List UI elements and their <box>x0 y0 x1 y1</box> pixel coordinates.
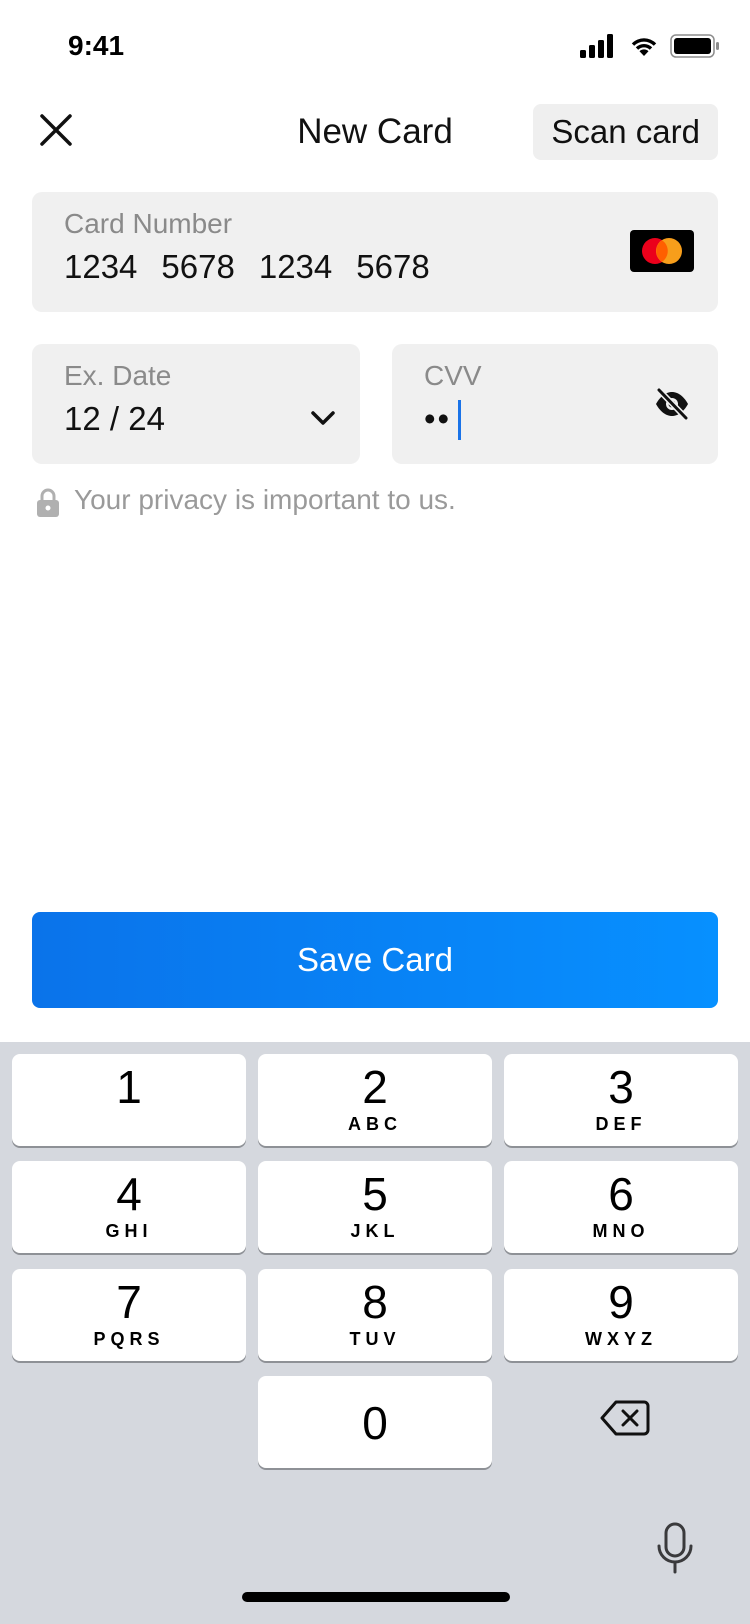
backspace-icon[interactable] <box>600 1400 650 1436</box>
key-digit: 3 <box>608 1061 634 1113</box>
mastercard-icon <box>630 230 694 272</box>
lock-icon <box>37 488 59 517</box>
key-letters: GHI <box>105 1221 153 1241</box>
key-letters: TUV <box>349 1329 401 1349</box>
key-5[interactable]: 5 JKL <box>258 1161 492 1253</box>
key-letters: PQRS <box>93 1329 165 1349</box>
key-digit: 4 <box>116 1168 142 1220</box>
key-digit: 7 <box>116 1276 142 1328</box>
card-number-value: 1234 5678 1234 5678 <box>64 248 454 286</box>
card-number-label: Card Number <box>64 208 233 239</box>
key-digit: 2 <box>362 1061 388 1113</box>
card-number-group: 1234 <box>64 248 138 285</box>
card-number-group: 5678 <box>161 248 235 285</box>
card-number-group: 1234 <box>258 248 333 285</box>
expiry-date-value: 12 / 24 <box>64 400 165 437</box>
key-digit: 1 <box>116 1061 142 1113</box>
cellular-signal-icon <box>580 34 613 58</box>
key-digit: 5 <box>362 1168 388 1220</box>
key-1[interactable]: 1 <box>12 1054 246 1146</box>
header: New Card Scan card <box>0 100 750 166</box>
key-digit: 0 <box>362 1397 388 1449</box>
key-8[interactable]: 8 TUV <box>258 1269 492 1361</box>
home-indicator <box>242 1592 510 1602</box>
wifi-icon <box>631 38 657 56</box>
key-letters: MNO <box>592 1221 650 1241</box>
key-7[interactable]: 7 PQRS <box>12 1269 246 1361</box>
expiry-date-label: Ex. Date <box>64 360 172 391</box>
status-bar: 9:41 <box>0 0 750 96</box>
card-number-field[interactable]: Card Number 1234 5678 1234 5678 <box>32 192 718 312</box>
key-letters: DEF <box>595 1114 647 1134</box>
expiry-date-field[interactable]: Ex. Date 12 / 24 <box>32 344 360 464</box>
key-letters: WXYZ <box>585 1329 657 1349</box>
card-number-group: 5678 <box>356 248 430 285</box>
status-time: 9:41 <box>68 30 125 61</box>
eye-off-icon[interactable] <box>654 388 690 420</box>
cvv-masked-value: •• <box>424 400 452 437</box>
cvv-field[interactable]: CVV •• <box>392 344 718 464</box>
key-3[interactable]: 3 DEF <box>504 1054 738 1146</box>
key-digit: 8 <box>362 1276 388 1328</box>
key-digit: 9 <box>608 1276 634 1328</box>
key-6[interactable]: 6 MNO <box>504 1161 738 1253</box>
key-digit: 6 <box>608 1168 634 1220</box>
cvv-label: CVV <box>424 360 482 391</box>
privacy-text: Your privacy is important to us. <box>74 484 456 515</box>
key-4[interactable]: 4 GHI <box>12 1161 246 1253</box>
key-2[interactable]: 2 ABC <box>258 1054 492 1146</box>
key-letters: ABC <box>348 1114 402 1134</box>
save-card-button[interactable]: Save Card <box>32 912 718 1008</box>
battery-icon <box>670 34 719 58</box>
key-letters: JKL <box>350 1221 400 1241</box>
key-0[interactable]: 0 <box>258 1376 492 1468</box>
microphone-icon[interactable] <box>656 1522 694 1576</box>
key-9[interactable]: 9 WXYZ <box>504 1269 738 1361</box>
scan-card-button[interactable]: Scan card <box>533 104 718 160</box>
text-cursor <box>458 400 461 440</box>
chevron-down-icon[interactable] <box>310 410 336 426</box>
